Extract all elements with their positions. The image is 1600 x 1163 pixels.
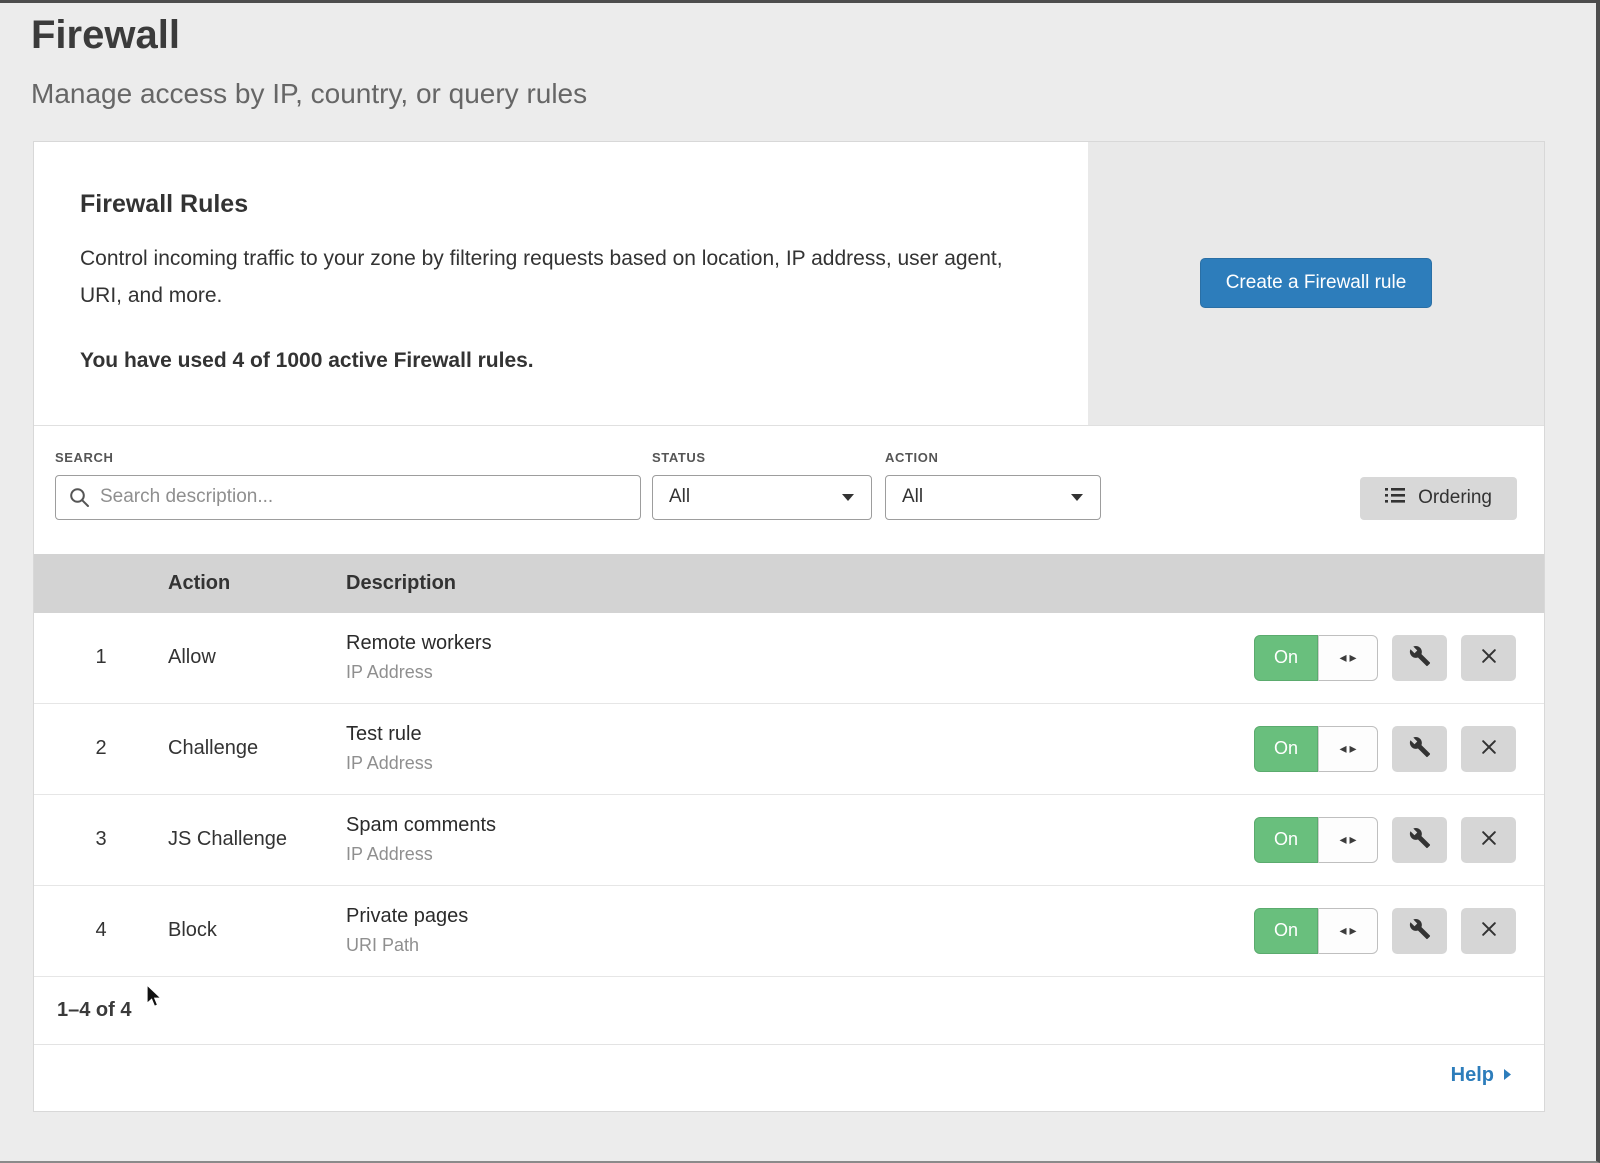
rule-field: IP Address [346,753,1214,774]
rule-description-cell: Spam comments IP Address [346,814,1214,865]
rules-info-section: Firewall Rules Control incoming traffic … [34,142,1544,426]
rule-controls: On ◂▸ [1214,635,1544,681]
rule-field: IP Address [346,844,1214,865]
toggle-on-label: On [1254,817,1318,863]
table-row: 4 Block Private pages URI Path On ◂▸ [34,886,1544,977]
ordering-list-icon [1385,487,1405,510]
action-column-header: Action [168,572,346,595]
rules-description: Control incoming traffic to your zone by… [80,241,1028,315]
rule-priority: 3 [34,828,168,851]
ordering-button-label: Ordering [1418,487,1492,509]
rule-controls: On ◂▸ [1214,726,1544,772]
wrench-icon [1409,645,1431,670]
rule-description-cell: Test rule IP Address [346,723,1214,774]
search-filter: SEARCH [55,450,641,520]
wrench-icon [1409,918,1431,943]
table-row: 2 Challenge Test rule IP Address On ◂▸ [34,704,1544,795]
toggle-on-label: On [1254,726,1318,772]
rule-description: Private pages [346,905,1214,928]
rule-description: Spam comments [346,814,1214,837]
toggle-drag-icon: ◂▸ [1318,817,1378,863]
wrench-icon [1409,827,1431,852]
rules-table: Action Description 1 Allow Remote worker… [34,554,1544,977]
table-row: 1 Allow Remote workers IP Address On ◂▸ [34,613,1544,704]
rule-controls: On ◂▸ [1214,817,1544,863]
description-column-header: Description [346,572,1214,595]
delete-rule-button[interactable] [1461,817,1516,863]
search-icon [69,487,90,513]
search-input[interactable] [55,475,641,520]
rule-description-cell: Remote workers IP Address [346,632,1214,683]
rule-priority: 1 [34,646,168,669]
search-input-wrap [55,475,641,520]
filters-bar: SEARCH STATUS All ACTION [34,426,1544,554]
toggle-drag-icon: ◂▸ [1318,635,1378,681]
toggle-on-label: On [1254,635,1318,681]
rule-description-cell: Private pages URI Path [346,905,1214,956]
create-firewall-rule-button[interactable]: Create a Firewall rule [1200,258,1433,308]
rule-controls: On ◂▸ [1214,908,1544,954]
edit-rule-button[interactable] [1392,726,1447,772]
pagination: 1–4 of 4 [34,977,1544,1045]
wrench-icon [1409,736,1431,761]
action-select-value: All [902,486,923,508]
status-filter: STATUS All [652,450,872,520]
close-icon [1479,828,1499,851]
action-filter: ACTION All [885,450,1101,520]
rule-priority: 4 [34,919,168,942]
page-title: Firewall [31,13,1596,58]
close-icon [1479,919,1499,942]
status-select[interactable]: All [652,475,872,520]
rule-field: IP Address [346,662,1214,683]
firewall-page: Firewall Manage access by IP, country, o… [0,0,1600,1163]
rules-info-text: Firewall Rules Control incoming traffic … [34,142,1088,425]
page-header: Firewall Manage access by IP, country, o… [0,3,1596,110]
search-label: SEARCH [55,450,641,465]
close-icon [1479,646,1499,669]
delete-rule-button[interactable] [1461,908,1516,954]
rule-toggle[interactable]: On ◂▸ [1254,908,1378,954]
action-label: ACTION [885,450,1101,465]
action-select[interactable]: All [885,475,1101,520]
table-header: Action Description [34,554,1544,613]
rule-description: Test rule [346,723,1214,746]
help-link-label: Help [1451,1064,1494,1087]
delete-rule-button[interactable] [1461,726,1516,772]
rule-action: JS Challenge [168,828,346,851]
edit-rule-button[interactable] [1392,635,1447,681]
toggle-drag-icon: ◂▸ [1318,908,1378,954]
card-footer: Help [34,1045,1544,1111]
status-label: STATUS [652,450,872,465]
toggle-on-label: On [1254,908,1318,954]
close-icon [1479,737,1499,760]
rule-toggle[interactable]: On ◂▸ [1254,817,1378,863]
rule-action: Challenge [168,737,346,760]
table-row: 3 JS Challenge Spam comments IP Address … [34,795,1544,886]
edit-rule-button[interactable] [1392,817,1447,863]
ordering-button[interactable]: Ordering [1360,477,1517,520]
status-select-value: All [669,486,690,508]
create-rule-panel: Create a Firewall rule [1088,142,1544,425]
rule-action: Allow [168,646,346,669]
rule-action: Block [168,919,346,942]
chevron-down-icon [1070,486,1084,508]
toggle-drag-icon: ◂▸ [1318,726,1378,772]
rule-priority: 2 [34,737,168,760]
page-subtitle: Manage access by IP, country, or query r… [31,78,1596,110]
rule-toggle[interactable]: On ◂▸ [1254,726,1378,772]
rules-heading: Firewall Rules [80,190,1028,219]
delete-rule-button[interactable] [1461,635,1516,681]
chevron-down-icon [841,486,855,508]
help-link[interactable]: Help [1451,1064,1512,1087]
rule-toggle[interactable]: On ◂▸ [1254,635,1378,681]
rule-description: Remote workers [346,632,1214,655]
rule-field: URI Path [346,935,1214,956]
rules-usage: You have used 4 of 1000 active Firewall … [80,349,1028,373]
edit-rule-button[interactable] [1392,908,1447,954]
help-arrow-icon [1503,1064,1512,1087]
main-card: Firewall Rules Control incoming traffic … [33,141,1545,1112]
